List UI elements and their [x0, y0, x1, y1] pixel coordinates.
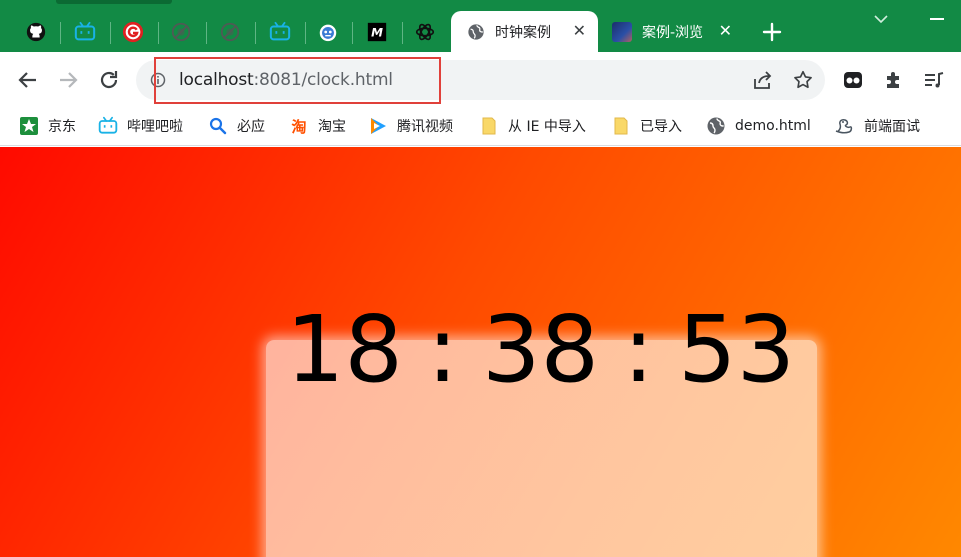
close-tab-icon[interactable]: ✕: [573, 22, 586, 40]
back-arrow-icon[interactable]: [16, 68, 40, 92]
bookmark-bilibili[interactable]: 哔哩吧啦: [98, 114, 183, 138]
github-icon: [26, 22, 46, 42]
forward-arrow-icon[interactable]: [56, 68, 80, 92]
tab-separator: [305, 22, 306, 44]
reload-icon[interactable]: [97, 68, 121, 92]
clock-seconds: 53: [678, 296, 796, 403]
tab-strip-indicator: [56, 0, 172, 4]
share-icon[interactable]: [752, 70, 774, 90]
window-minimize-button[interactable]: [930, 18, 944, 20]
bookmark-bing[interactable]: 必应: [208, 114, 265, 138]
bookmark-jd[interactable]: 京东: [19, 114, 76, 138]
bookmark-label: 哔哩吧啦: [127, 119, 183, 135]
extensions-puzzle-icon[interactable]: [882, 68, 906, 92]
m-logo-icon: M: [367, 22, 387, 42]
tencent-video-icon: [371, 118, 386, 134]
bookmark-label: 京东: [48, 119, 76, 135]
svg-text:M: M: [371, 26, 383, 40]
globe-icon: [707, 117, 725, 135]
bookmark-taobao[interactable]: 淘 淘宝: [289, 114, 346, 138]
bookmarks-bar: 京东 哔哩吧啦 必应 淘 淘宝 腾讯视频 从 IE 中导入 已导入 demo.h…: [0, 108, 961, 146]
close-tab-icon[interactable]: ✕: [719, 22, 732, 40]
pinned-tab-blocked-1[interactable]: [161, 12, 201, 52]
bilibili-icon: [98, 116, 118, 134]
bookmark-label: 已导入: [640, 119, 682, 135]
clock-hours: 18: [285, 296, 403, 403]
blocked-site-icon: [220, 22, 240, 42]
bookmark-frontend-interview[interactable]: 前端面试: [835, 114, 920, 138]
pinned-tab-g-site[interactable]: [113, 12, 153, 52]
pinned-tab-bilibili-2[interactable]: [260, 12, 300, 52]
openai-icon: [415, 23, 435, 41]
tab-separator: [110, 22, 111, 44]
taobao-icon: 淘: [290, 118, 306, 136]
bookmark-folder-ie[interactable]: 从 IE 中导入: [479, 114, 586, 138]
tab-separator: [206, 22, 207, 44]
folder-icon: [482, 117, 496, 135]
clock-separator: :: [426, 296, 458, 403]
tab-title: 案例-浏览: [642, 24, 704, 41]
clock-minutes: 38: [481, 296, 600, 403]
bookmark-label: 必应: [237, 119, 265, 135]
pinned-tab-bot[interactable]: [308, 12, 348, 52]
tab-separator: [402, 22, 403, 44]
globe-icon: [468, 23, 484, 40]
url-highlight-box: [154, 57, 441, 104]
dragon-icon: [835, 119, 853, 134]
bilibili-icon: [269, 21, 291, 41]
tab-active-clock[interactable]: 时钟案例 ✕: [451, 11, 598, 52]
tab-separator: [352, 22, 353, 44]
tab-separator: [255, 22, 256, 44]
clock-separator: :: [623, 296, 655, 403]
chevron-down-icon[interactable]: [872, 12, 890, 26]
avatar-icon: [612, 21, 632, 42]
bot-face-icon: [319, 24, 337, 42]
pinned-tab-m-site[interactable]: M: [357, 12, 397, 52]
svg-text:淘: 淘: [290, 118, 306, 136]
bookmark-label: 前端面试: [864, 119, 920, 135]
tab-case-browser[interactable]: 案例-浏览 ✕: [604, 11, 744, 52]
tab-strip: M 时钟案例 ✕ 案例-浏览 ✕: [0, 0, 961, 52]
pinned-tab-bilibili[interactable]: [65, 12, 105, 52]
bookmark-label: 从 IE 中导入: [508, 119, 586, 135]
bookmark-label: 腾讯视频: [397, 119, 453, 135]
jd-icon: [20, 117, 38, 135]
bookmark-label: demo.html: [735, 118, 811, 134]
pinned-tab-blocked-2[interactable]: [210, 12, 250, 52]
clock-display: 18 : 38 : 53: [0, 300, 961, 400]
bookmark-tencent-video[interactable]: 腾讯视频: [368, 114, 453, 138]
tab-separator: [158, 22, 159, 44]
extension-mask-icon[interactable]: [841, 68, 865, 92]
tab-separator: [60, 22, 61, 44]
bookmark-demo[interactable]: demo.html: [706, 114, 811, 138]
browser-toolbar: localhost:8081/clock.html: [0, 52, 961, 108]
pinned-tab-openai[interactable]: [405, 12, 445, 52]
search-icon: [209, 117, 227, 135]
bookmark-label: 淘宝: [318, 119, 346, 135]
folder-icon: [614, 117, 628, 135]
bookmark-star-icon[interactable]: [792, 69, 814, 91]
reading-list-icon[interactable]: [922, 68, 946, 92]
pinned-tab-github[interactable]: [16, 12, 56, 52]
blocked-site-icon: [171, 22, 191, 42]
new-tab-plus-icon[interactable]: [760, 20, 784, 44]
tab-title: 时钟案例: [495, 24, 551, 41]
bookmark-folder-imported[interactable]: 已导入: [611, 114, 682, 138]
bilibili-icon: [74, 21, 96, 41]
g-logo-icon: [122, 21, 144, 43]
